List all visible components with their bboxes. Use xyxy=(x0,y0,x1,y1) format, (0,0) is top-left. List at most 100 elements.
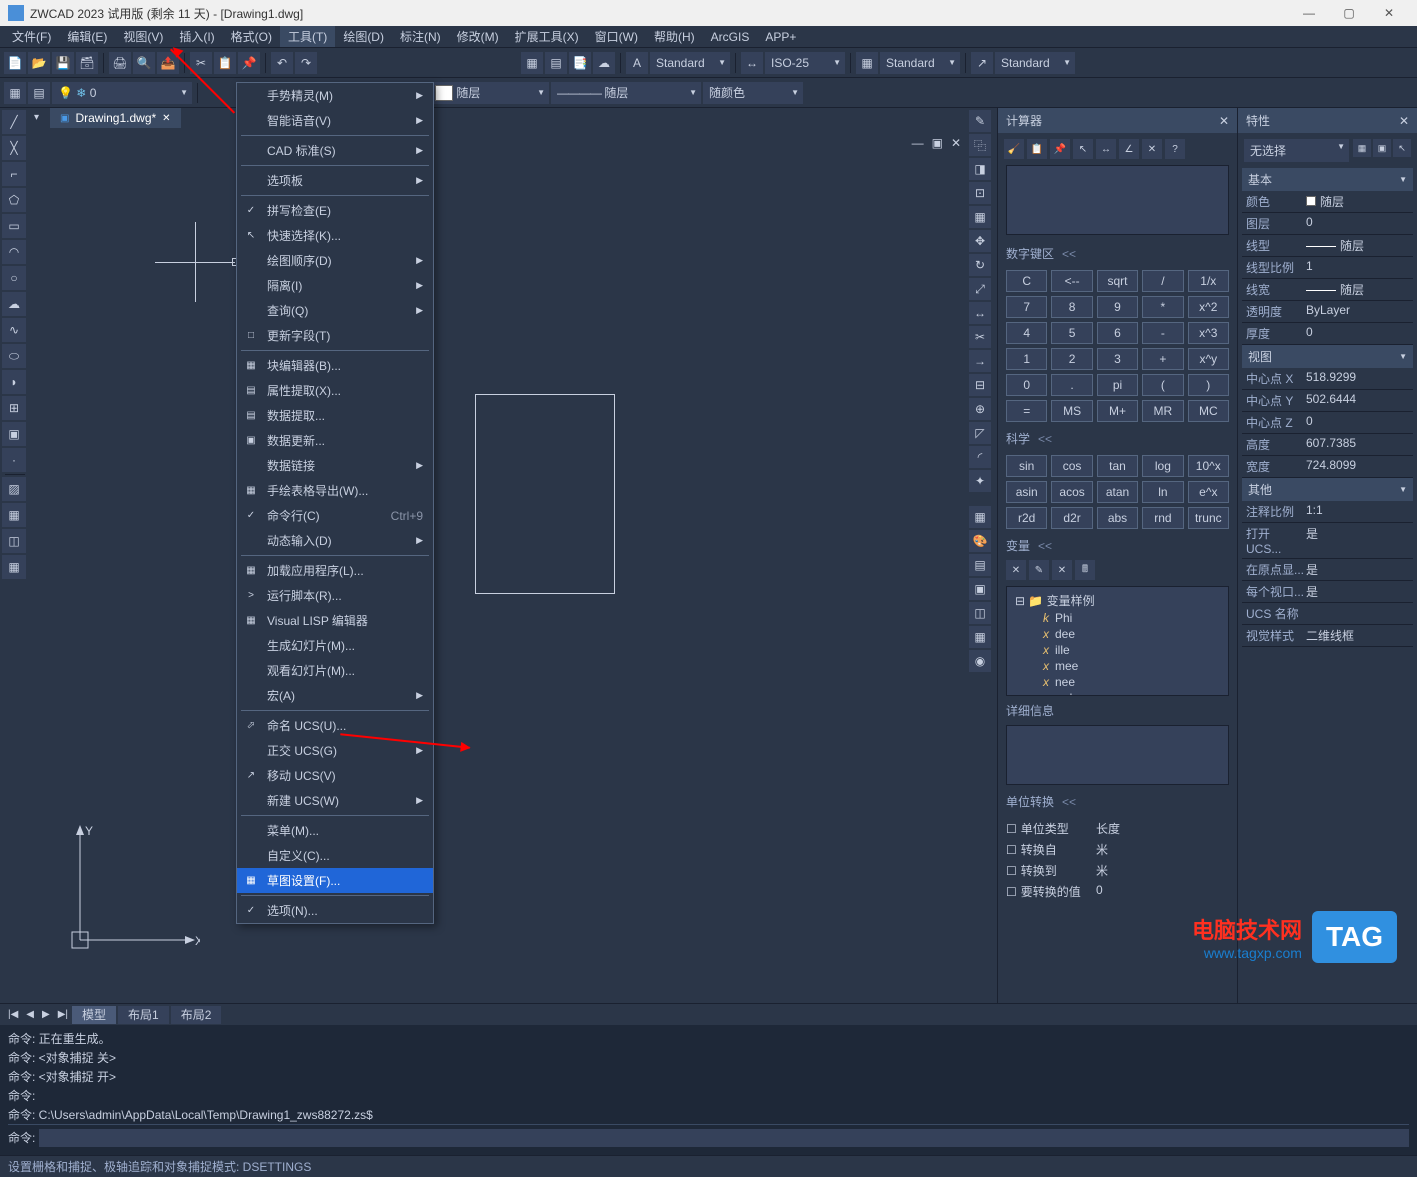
menu-item[interactable]: 选项板▶ xyxy=(237,168,433,193)
sci-key[interactable]: d2r xyxy=(1051,507,1092,529)
variable-item[interactable]: xrad xyxy=(1011,690,1224,696)
rotate-icon[interactable]: ↻ xyxy=(969,254,991,276)
xline-icon[interactable]: ╳ xyxy=(2,136,26,160)
array-icon[interactable]: ▦ xyxy=(969,206,991,228)
canvas-min[interactable]: — xyxy=(912,136,924,150)
close-tab-icon[interactable]: ✕ xyxy=(162,113,170,124)
calculator-display[interactable] xyxy=(1006,165,1229,235)
tab-last-icon[interactable]: ▶| xyxy=(54,1007,72,1022)
prop-row[interactable]: 宽度724.8099 xyxy=(1242,456,1413,478)
prop-row[interactable]: 在原点显...是 xyxy=(1242,559,1413,581)
explode-icon[interactable]: ✦ xyxy=(969,470,991,492)
menu-item[interactable]: 手势精灵(M)▶ xyxy=(237,83,433,108)
calc-key[interactable]: 7 xyxy=(1006,296,1047,318)
menu-item[interactable]: 观看幻灯片(M)... xyxy=(237,658,433,683)
prop-row[interactable]: 线型随层 xyxy=(1242,235,1413,257)
prop-row[interactable]: 线宽随层 xyxy=(1242,279,1413,301)
variable-item[interactable]: xdee xyxy=(1011,626,1224,642)
var-new-icon[interactable]: ✕ xyxy=(1006,560,1026,580)
prop-row[interactable]: 打开 UCS...是 xyxy=(1242,523,1413,559)
prop-row[interactable]: 视觉样式二维线框 xyxy=(1242,625,1413,647)
menu-item[interactable]: ▦块编辑器(B)... xyxy=(237,353,433,378)
redo-icon[interactable]: ↷ xyxy=(295,52,317,74)
table-icon[interactable]: ▦ xyxy=(2,555,26,579)
unit-row[interactable]: ☐要转换的值0 xyxy=(1006,881,1229,902)
calc-clear-icon[interactable]: 🧹 xyxy=(1004,139,1024,159)
menu-item[interactable]: 数据链接▶ xyxy=(237,453,433,478)
spline-icon[interactable]: ∿ xyxy=(2,318,26,342)
calc-key[interactable]: * xyxy=(1142,296,1183,318)
variables-header[interactable]: 变量 xyxy=(998,533,1237,558)
mleader-style-icon[interactable]: ↗ xyxy=(971,52,993,74)
prop-group-header[interactable]: 视图 xyxy=(1242,345,1413,368)
menu-7[interactable]: 标注(N) xyxy=(392,26,449,47)
insert-icon[interactable]: ⊞ xyxy=(2,396,26,420)
calc-key[interactable]: 5 xyxy=(1051,322,1092,344)
new-file-icon[interactable]: 📄 xyxy=(4,52,26,74)
point-icon[interactable]: · xyxy=(2,448,26,472)
misc1-icon[interactable]: ▣ xyxy=(969,578,991,600)
menu-13[interactable]: APP+ xyxy=(757,28,804,46)
copy-obj-icon[interactable]: ⿻ xyxy=(969,134,991,156)
menu-item[interactable]: CAD 标准(S)▶ xyxy=(237,138,433,163)
prop-row[interactable]: 透明度ByLayer xyxy=(1242,301,1413,323)
menu-item[interactable]: 新建 UCS(W)▶ xyxy=(237,788,433,813)
tree-root[interactable]: ⊟ 📁 变量样例 xyxy=(1011,591,1224,610)
unit-row[interactable]: ☐单位类型长度 xyxy=(1006,818,1229,839)
prop-row[interactable]: 中心点 Z0 xyxy=(1242,412,1413,434)
prop-row[interactable]: 颜色随层 xyxy=(1242,191,1413,213)
calc-key[interactable]: 4 xyxy=(1006,322,1047,344)
sheet-icon[interactable]: 📑 xyxy=(569,52,591,74)
rect-icon[interactable]: ▭ xyxy=(2,214,26,238)
gradient-icon[interactable]: ▦ xyxy=(2,503,26,527)
menu-item[interactable]: ▦加载应用程序(L)... xyxy=(237,558,433,583)
layer-props-icon[interactable]: ▦ xyxy=(4,82,26,104)
layer-icon[interactable]: ▦ xyxy=(521,52,543,74)
calc-key[interactable]: . xyxy=(1051,374,1092,396)
cloud-icon[interactable]: ☁ xyxy=(593,52,615,74)
calc-key[interactable]: + xyxy=(1142,348,1183,370)
menu-item[interactable]: ▤数据提取... xyxy=(237,403,433,428)
calc-key[interactable]: 2 xyxy=(1051,348,1092,370)
calc-history-icon[interactable]: 📋 xyxy=(1027,139,1047,159)
calc-key[interactable]: - xyxy=(1142,322,1183,344)
calc-key[interactable]: MC xyxy=(1188,400,1229,422)
erase-icon[interactable]: ✎ xyxy=(969,110,991,132)
match-icon[interactable]: ▦ xyxy=(969,506,991,528)
unit-row[interactable]: ☐转换到米 xyxy=(1006,860,1229,881)
variable-item[interactable]: xmee xyxy=(1011,658,1224,674)
color-tool-icon[interactable]: 🎨 xyxy=(969,530,991,552)
trim-icon[interactable]: ✂ xyxy=(969,326,991,348)
prop-row[interactable]: UCS 名称 xyxy=(1242,603,1413,625)
calc-key[interactable]: M+ xyxy=(1097,400,1138,422)
numpad-header[interactable]: 数字键区 xyxy=(998,241,1237,266)
break-icon[interactable]: ⊟ xyxy=(969,374,991,396)
canvas-max[interactable]: ▣ xyxy=(932,136,943,150)
calc-key[interactable]: ( xyxy=(1142,374,1183,396)
sci-key[interactable]: abs xyxy=(1097,507,1138,529)
calc-key[interactable]: x^2 xyxy=(1188,296,1229,318)
menu-item[interactable]: ▤属性提取(X)... xyxy=(237,378,433,403)
calc-key[interactable]: / xyxy=(1142,270,1183,292)
close-icon[interactable]: ✕ xyxy=(1219,114,1229,128)
ellipsearc-icon[interactable]: ◗ xyxy=(2,370,26,394)
calc-key[interactable]: 6 xyxy=(1097,322,1138,344)
line-icon[interactable]: ╱ xyxy=(2,110,26,134)
calc-key[interactable]: <-- xyxy=(1051,270,1092,292)
prop-row[interactable]: 中心点 X518.9299 xyxy=(1242,368,1413,390)
region-icon[interactable]: ◫ xyxy=(2,529,26,553)
menu-item[interactable]: ⬀命名 UCS(U)... xyxy=(237,713,433,738)
calc-paste-icon[interactable]: 📌 xyxy=(1050,139,1070,159)
color-dropdown[interactable]: 随层 xyxy=(429,82,549,104)
menu-item[interactable]: ▦Visual LISP 编辑器 xyxy=(237,608,433,633)
calc-key[interactable]: 8 xyxy=(1051,296,1092,318)
layer-dropdown[interactable]: 💡 ❄ 0 xyxy=(52,82,192,104)
prop-row[interactable]: 中心点 Y502.6444 xyxy=(1242,390,1413,412)
variable-item[interactable]: xnee xyxy=(1011,674,1224,690)
sci-key[interactable]: trunc xyxy=(1188,507,1229,529)
calc-x-icon[interactable]: ✕ xyxy=(1142,139,1162,159)
preview-icon[interactable]: 🔍 xyxy=(133,52,155,74)
menu-item[interactable]: 查询(Q)▶ xyxy=(237,298,433,323)
calc-key[interactable]: 9 xyxy=(1097,296,1138,318)
calc-angle-icon[interactable]: ∠ xyxy=(1119,139,1139,159)
